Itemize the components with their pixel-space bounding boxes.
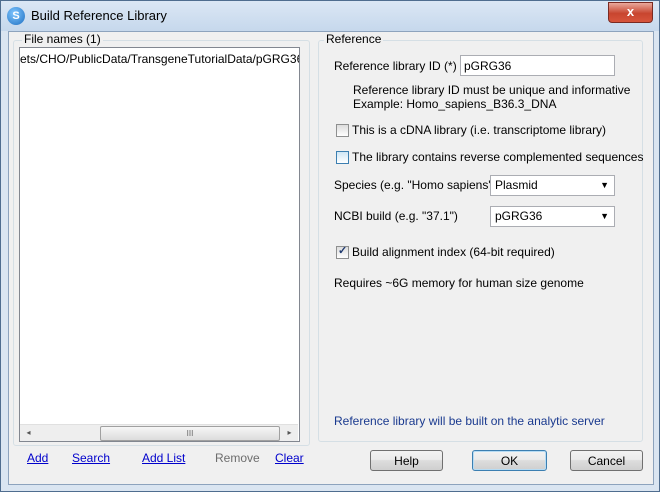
scroll-left-icon[interactable]: ◂	[20, 425, 37, 441]
cdna-checkbox[interactable]	[336, 124, 349, 137]
search-link[interactable]: Search	[72, 451, 110, 465]
species-value: Plasmid	[495, 178, 538, 192]
file-names-list[interactable]: ets/CHO/PublicData/TransgeneTutorialData…	[19, 47, 300, 442]
library-id-label: Reference library ID (*)	[334, 59, 457, 73]
scroll-thumb[interactable]: III	[100, 426, 280, 441]
ok-button[interactable]: OK	[472, 450, 547, 471]
library-id-input[interactable]	[460, 55, 615, 76]
close-button[interactable]: x	[608, 2, 653, 23]
help-button[interactable]: Help	[370, 450, 443, 471]
remove-link[interactable]: Remove	[215, 451, 260, 465]
reverse-complement-checkbox[interactable]	[336, 151, 349, 164]
clear-link[interactable]: Clear	[275, 451, 304, 465]
memory-note: Requires ~6G memory for human size genom…	[334, 276, 584, 290]
ncbi-build-label: NCBI build (e.g. "37.1")	[334, 209, 458, 223]
build-reference-library-dialog: S Build Reference Library x File names (…	[0, 0, 660, 492]
list-item[interactable]: ets/CHO/PublicData/TransgeneTutorialData…	[20, 52, 299, 66]
library-id-hint: Reference library ID must be unique and …	[353, 83, 631, 97]
horizontal-scrollbar[interactable]: ◂ III ▸	[20, 424, 298, 441]
app-icon: S	[7, 7, 25, 25]
window-title: Build Reference Library	[31, 8, 167, 23]
species-dropdown[interactable]: Plasmid ▼	[490, 175, 615, 196]
chevron-down-icon: ▼	[600, 211, 609, 221]
build-index-label: Build alignment index (64-bit required)	[352, 245, 555, 259]
resize-grip[interactable]	[649, 481, 659, 491]
file-names-group-label: File names (1)	[22, 32, 103, 46]
title-bar[interactable]: S Build Reference Library x	[1, 1, 659, 31]
reference-group-label: Reference	[324, 32, 384, 46]
species-label: Species (e.g. "Homo sapiens")	[334, 178, 497, 192]
cdna-label: This is a cDNA library (i.e. transcripto…	[352, 123, 607, 137]
ncbi-build-value: pGRG36	[495, 209, 543, 223]
library-id-example: Example: Homo_sapiens_B36.3_DNA	[353, 97, 557, 111]
build-index-checkbox[interactable]: ✓	[336, 245, 349, 259]
add-list-link[interactable]: Add List	[142, 451, 185, 465]
ncbi-build-dropdown[interactable]: pGRG36 ▼	[490, 206, 615, 227]
scroll-right-icon[interactable]: ▸	[281, 425, 298, 441]
add-link[interactable]: Add	[27, 451, 48, 465]
chevron-down-icon: ▼	[600, 180, 609, 190]
cancel-button[interactable]: Cancel	[570, 450, 643, 471]
check-icon: ✓	[338, 245, 348, 257]
reverse-complement-label: The library contains reverse complemente…	[352, 150, 644, 164]
server-note: Reference library will be built on the a…	[334, 414, 605, 428]
